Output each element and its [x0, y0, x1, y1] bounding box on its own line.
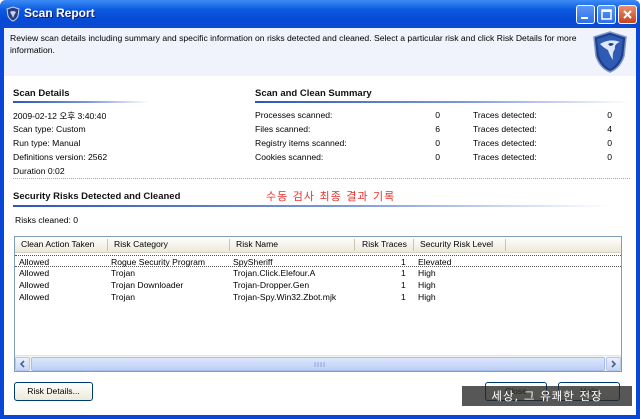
- definitions-version: Definitions version: 2562: [13, 152, 108, 162]
- horizontal-scrollbar[interactable]: [15, 355, 621, 371]
- scan-duration: Duration 0:02: [13, 166, 65, 176]
- cell-level: High: [418, 280, 436, 290]
- scan-type: Scan type: Custom: [13, 124, 86, 134]
- dialog-client-area: Review scan details including summary an…: [4, 28, 636, 415]
- eagle-shield-logo: [593, 31, 627, 73]
- summary-title: Scan and Clean Summary: [255, 88, 372, 99]
- cell-action: Allowed: [19, 257, 50, 267]
- cell-level: High: [418, 268, 436, 278]
- column-header[interactable]: Security Risk Level: [420, 239, 493, 249]
- title-bar[interactable]: Scan Report: [0, 0, 640, 28]
- table-row[interactable]: Allowed Trojan Trojan-Spy.Win32.Zbot.mjk…: [15, 291, 621, 303]
- summary-value: 0: [435, 152, 440, 162]
- summary-label: Files scanned:: [255, 124, 311, 134]
- summary-value: 0: [435, 138, 440, 148]
- minimize-button[interactable]: [576, 5, 595, 24]
- risks-underline: [13, 205, 611, 207]
- column-header[interactable]: Risk Name: [236, 239, 278, 249]
- traces-value: 0: [607, 110, 612, 120]
- cell-category: Trojan Downloader: [111, 280, 184, 290]
- traces-value: 0: [607, 152, 612, 162]
- cell-name: Trojan.Click.Elefour.A: [233, 268, 316, 278]
- column-divider: [229, 239, 230, 251]
- grip-icon: [314, 362, 325, 367]
- cell-traces: 1: [401, 257, 406, 267]
- cell-category: Trojan: [111, 292, 136, 302]
- cell-traces: 1: [401, 268, 406, 278]
- summary-label: Cookies scanned:: [255, 152, 324, 162]
- cell-name: Trojan-Spy.Win32.Zbot.mjk: [233, 292, 337, 302]
- scroll-right-icon: [611, 360, 617, 368]
- summary-value: 6: [435, 124, 440, 134]
- column-header[interactable]: Clean Action Taken: [21, 239, 94, 249]
- risks-table[interactable]: Clean Action Taken Risk Category Risk Na…: [14, 236, 622, 372]
- risks-title: Security Risks Detected and Cleaned: [13, 191, 181, 202]
- scan-report-window: Scan Report Review scan details includin…: [0, 0, 640, 419]
- scroll-right-button[interactable]: [606, 357, 621, 371]
- summary-underline: [255, 101, 630, 103]
- scan-datetime: 2009-02-12 오후 3:40:40: [13, 111, 107, 121]
- watermark-caption: 세상, 그 유쾌한 전장: [462, 386, 632, 406]
- cell-category: Trojan: [111, 268, 136, 278]
- cell-traces: 1: [401, 280, 406, 290]
- risks-cleaned-count: Risks cleaned: 0: [15, 215, 79, 225]
- summary-value: 0: [435, 110, 440, 120]
- close-icon: [623, 10, 632, 19]
- summary-label: Registry items scanned:: [255, 138, 347, 148]
- traces-value: 4: [607, 124, 612, 134]
- close-window-button[interactable]: [618, 5, 637, 24]
- scan-details-underline: [13, 101, 149, 103]
- table-row[interactable]: Allowed Rogue Security Program SpySherif…: [15, 255, 621, 267]
- scroll-left-icon: [19, 360, 25, 368]
- summary-label: Processes scanned:: [255, 110, 333, 120]
- column-header[interactable]: Risk Category: [114, 239, 168, 249]
- minimize-icon: [581, 17, 588, 19]
- column-divider: [354, 239, 355, 251]
- cell-action: Allowed: [19, 268, 50, 278]
- traces-label: Traces detected:: [473, 110, 537, 120]
- cell-level: High: [418, 292, 436, 302]
- column-divider: [107, 239, 108, 251]
- cell-name: SpySheriff: [233, 257, 273, 267]
- scroll-thumb[interactable]: [31, 357, 605, 371]
- traces-value: 0: [607, 138, 612, 148]
- table-row[interactable]: Allowed Trojan Trojan.Click.Elefour.A 1 …: [15, 267, 621, 279]
- traces-label: Traces detected:: [473, 152, 537, 162]
- maximize-button[interactable]: [597, 5, 616, 24]
- cell-action: Allowed: [19, 280, 50, 290]
- scan-details-title: Scan Details: [13, 88, 70, 99]
- app-shield-icon: [6, 6, 20, 22]
- header-description: Review scan details including summary an…: [10, 33, 577, 55]
- risk-details-button[interactable]: Risk Details...: [14, 382, 93, 401]
- traces-label: Traces detected:: [473, 124, 537, 134]
- cell-category: Rogue Security Program: [111, 257, 206, 267]
- section-separator: [13, 178, 630, 179]
- header-panel: Review scan details including summary an…: [4, 28, 636, 76]
- column-header[interactable]: Risk Traces: [362, 239, 407, 249]
- run-type: Run type: Manual: [13, 138, 81, 148]
- table-row[interactable]: Allowed Trojan Downloader Trojan-Dropper…: [15, 279, 621, 291]
- column-divider: [413, 239, 414, 251]
- maximize-icon: [601, 9, 612, 20]
- cell-action: Allowed: [19, 292, 50, 302]
- scroll-left-button[interactable]: [15, 357, 30, 371]
- cell-name: Trojan-Dropper.Gen: [233, 280, 310, 290]
- table-header: Clean Action Taken Risk Category Risk Na…: [15, 237, 621, 253]
- column-divider: [505, 239, 506, 251]
- cell-level: Elevated: [418, 257, 452, 267]
- cell-traces: 1: [401, 292, 406, 302]
- korean-annotation: 수동 검사 최종 결과 기록: [266, 190, 396, 203]
- traces-label: Traces detected:: [473, 138, 537, 148]
- window-title: Scan Report: [24, 6, 95, 20]
